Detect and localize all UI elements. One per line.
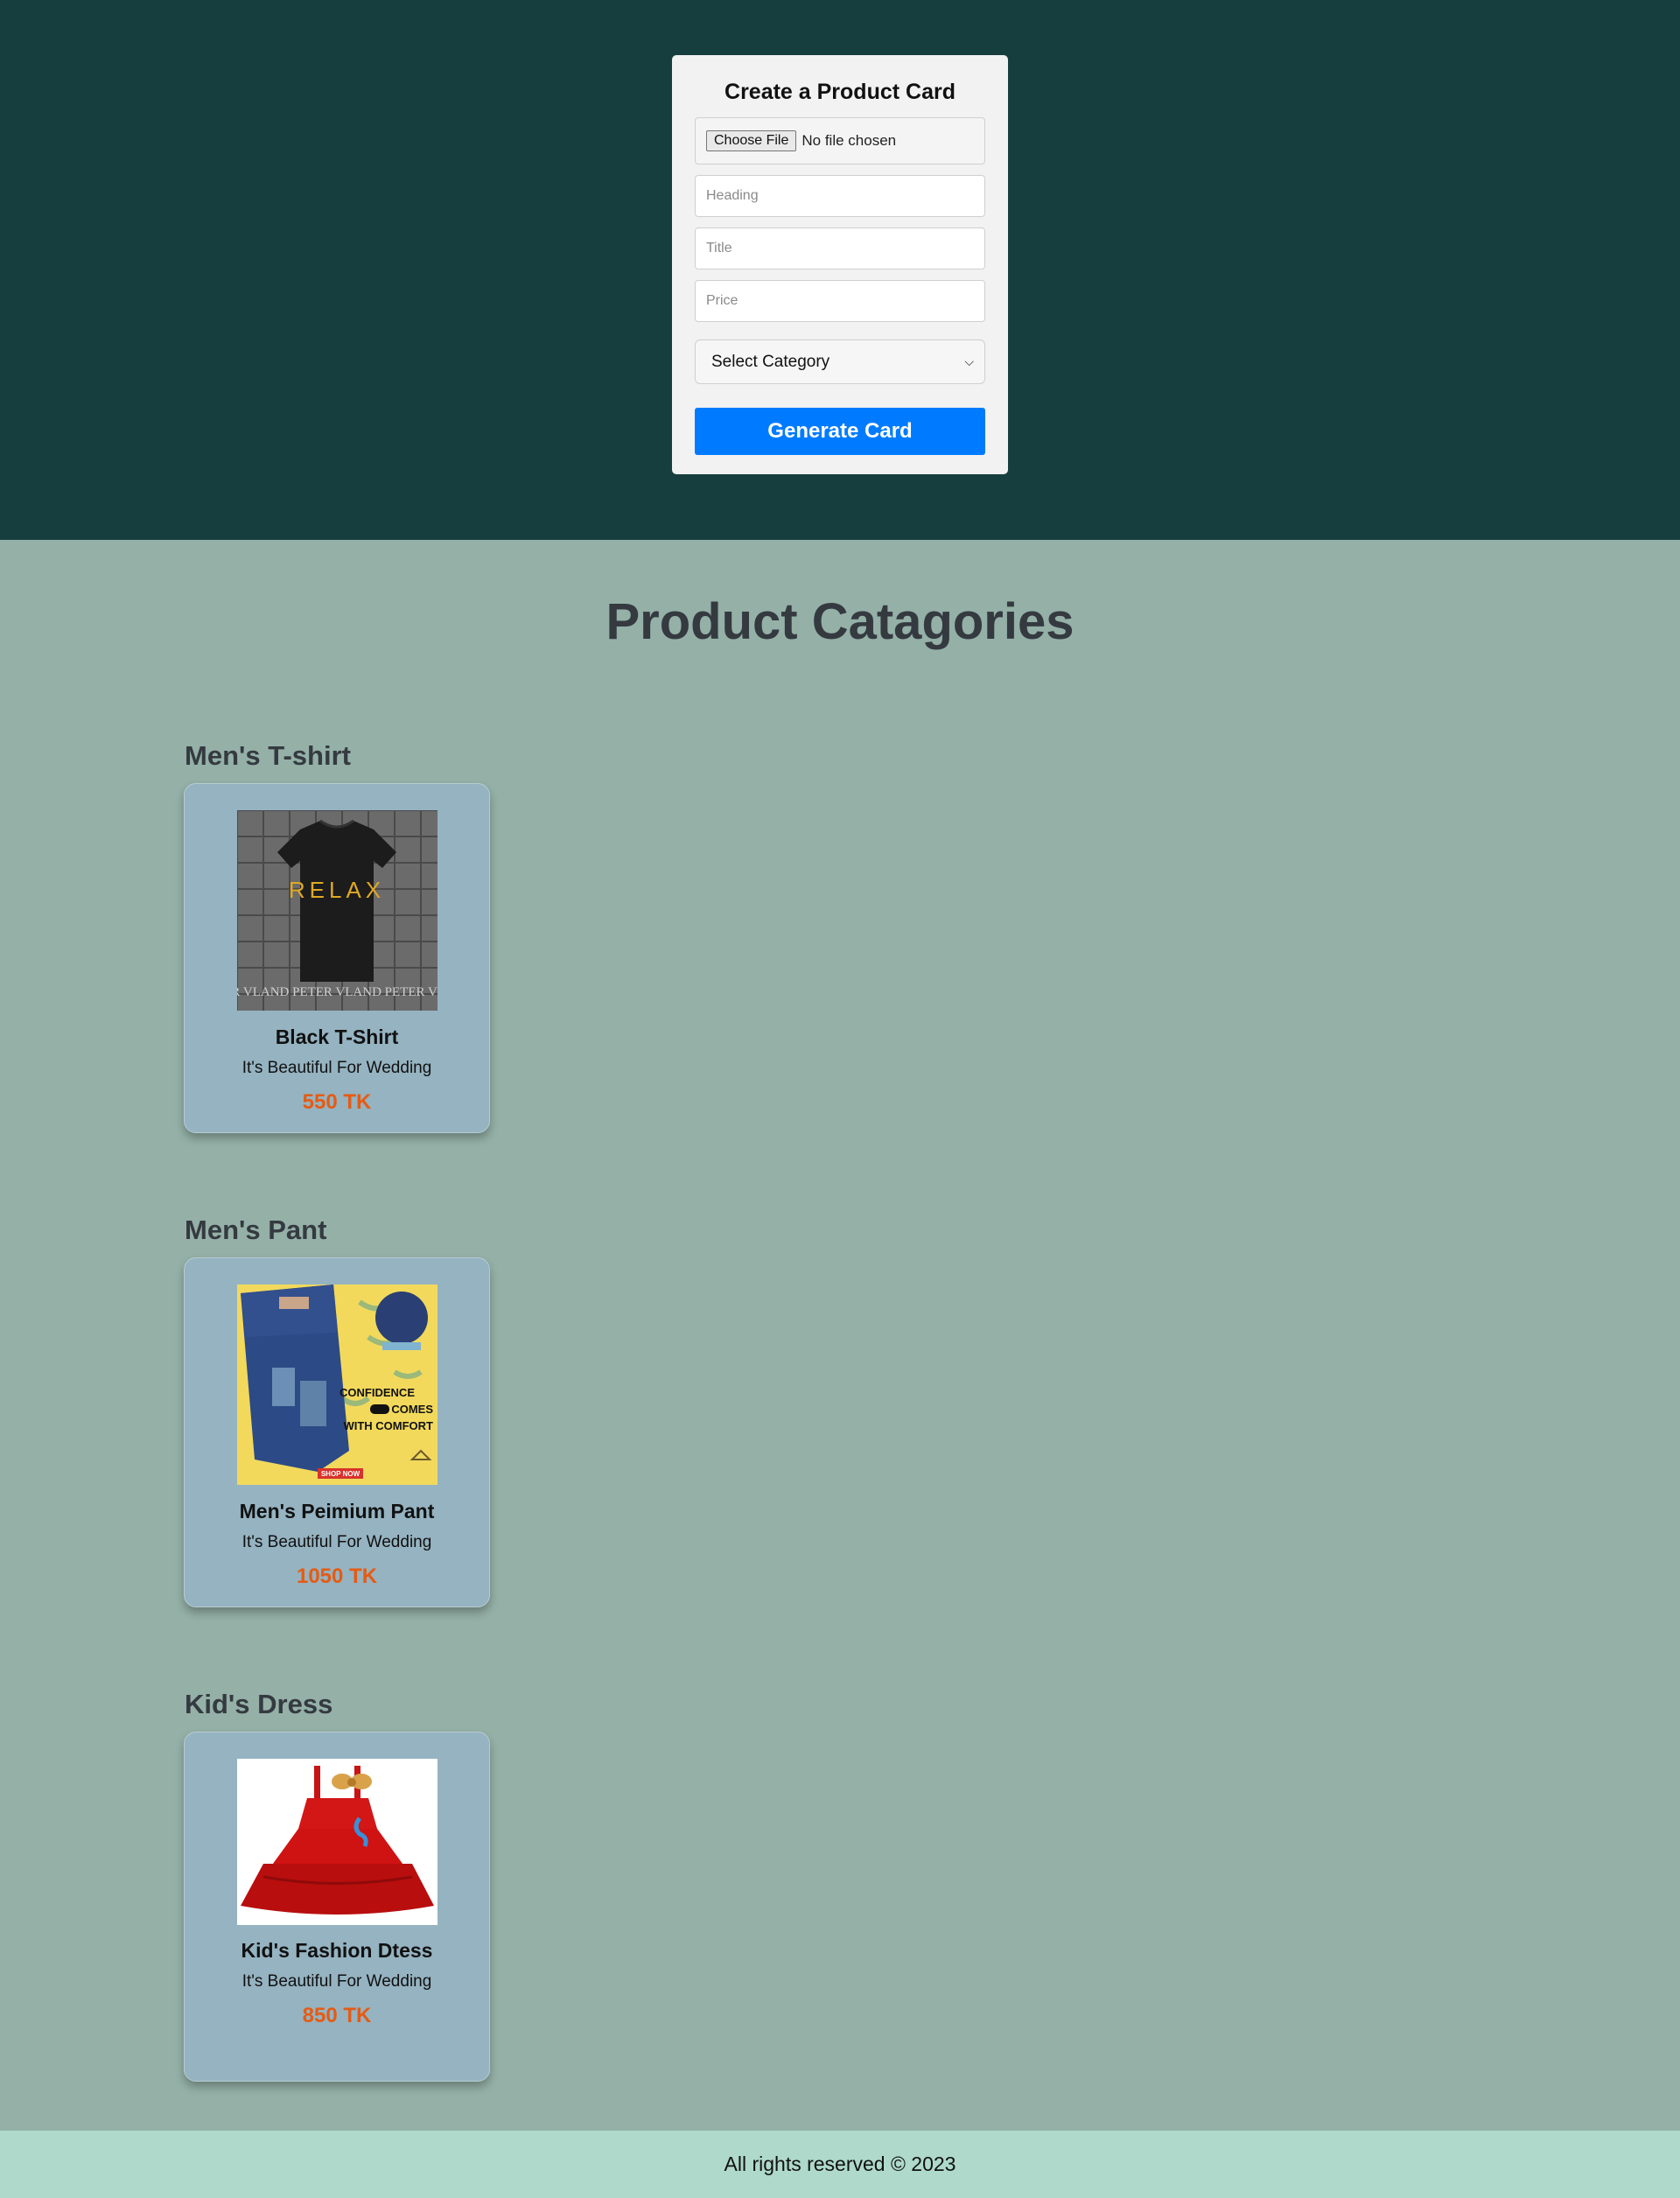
- title-input[interactable]: [695, 228, 985, 270]
- form-title: Create a Product Card: [724, 80, 956, 104]
- footer-text: All rights reserved © 2023: [724, 2152, 956, 2175]
- hero-section: Create a Product Card Choose File No fil…: [0, 0, 1680, 540]
- choose-file-button[interactable]: Choose File: [706, 130, 797, 151]
- product-name: Men's Peimium Pant: [239, 1500, 435, 1522]
- product-price: 1050 TK: [296, 1564, 378, 1588]
- file-status: No file chosen: [802, 132, 897, 149]
- product-title: It's Beautiful For Wedding: [242, 1059, 432, 1077]
- pant-ad-text-3: WITH COMFORT: [343, 1419, 433, 1432]
- price-input[interactable]: [695, 280, 985, 322]
- create-card-form: Create a Product Card Choose File No fil…: [672, 55, 1008, 474]
- tshirt-brand-text: PETER VLAND PETER VLAND PETER VLAND: [237, 985, 438, 999]
- heading-input[interactable]: [695, 175, 985, 217]
- category-select[interactable]: Select Category ⌵: [695, 340, 985, 384]
- product-card: CONFIDENCE COMES WITH COMFORT SHOP NOW M…: [184, 1257, 490, 1607]
- product-name: Kid's Fashion Dtess: [241, 1939, 433, 1962]
- section-heading: Kid's Dress: [185, 1689, 333, 1719]
- product-title: It's Beautiful For Wedding: [242, 1533, 432, 1551]
- page-title: Product Catagories: [606, 593, 1074, 650]
- product-price: 550 TK: [302, 1090, 372, 1114]
- generate-card-button[interactable]: Generate Card: [695, 408, 985, 455]
- pant-shop-text: SHOP NOW: [321, 1470, 360, 1478]
- product-title: It's Beautiful For Wedding: [242, 1972, 432, 1991]
- product-card: Kid's Fashion Dtess It's Beautiful For W…: [184, 1732, 490, 2082]
- chevron-down-icon: ⌵: [964, 354, 974, 368]
- pant-ad-text-1: CONFIDENCE: [340, 1386, 415, 1399]
- product-image-pant: CONFIDENCE COMES WITH COMFORT SHOP NOW: [237, 1284, 438, 1485]
- section-heading: Men's T-shirt: [185, 740, 351, 771]
- product-image-tshirt: RELAX PETER VLAND PETER VLAND PETER VLAN…: [237, 810, 438, 1011]
- product-image-dress: [237, 1759, 438, 1925]
- footer: All rights reserved © 2023: [0, 2131, 1680, 2198]
- pant-ad-text-2: COMES: [391, 1403, 433, 1416]
- section-heading: Men's Pant: [185, 1214, 327, 1245]
- tshirt-print-text: RELAX: [289, 877, 385, 903]
- product-name: Black T-Shirt: [275, 1026, 399, 1048]
- product-card: RELAX PETER VLAND PETER VLAND PETER VLAN…: [184, 783, 490, 1133]
- category-selected-value: Select Category: [711, 352, 830, 371]
- product-price: 850 TK: [302, 2004, 372, 2027]
- file-input[interactable]: Choose File No file chosen: [695, 117, 985, 164]
